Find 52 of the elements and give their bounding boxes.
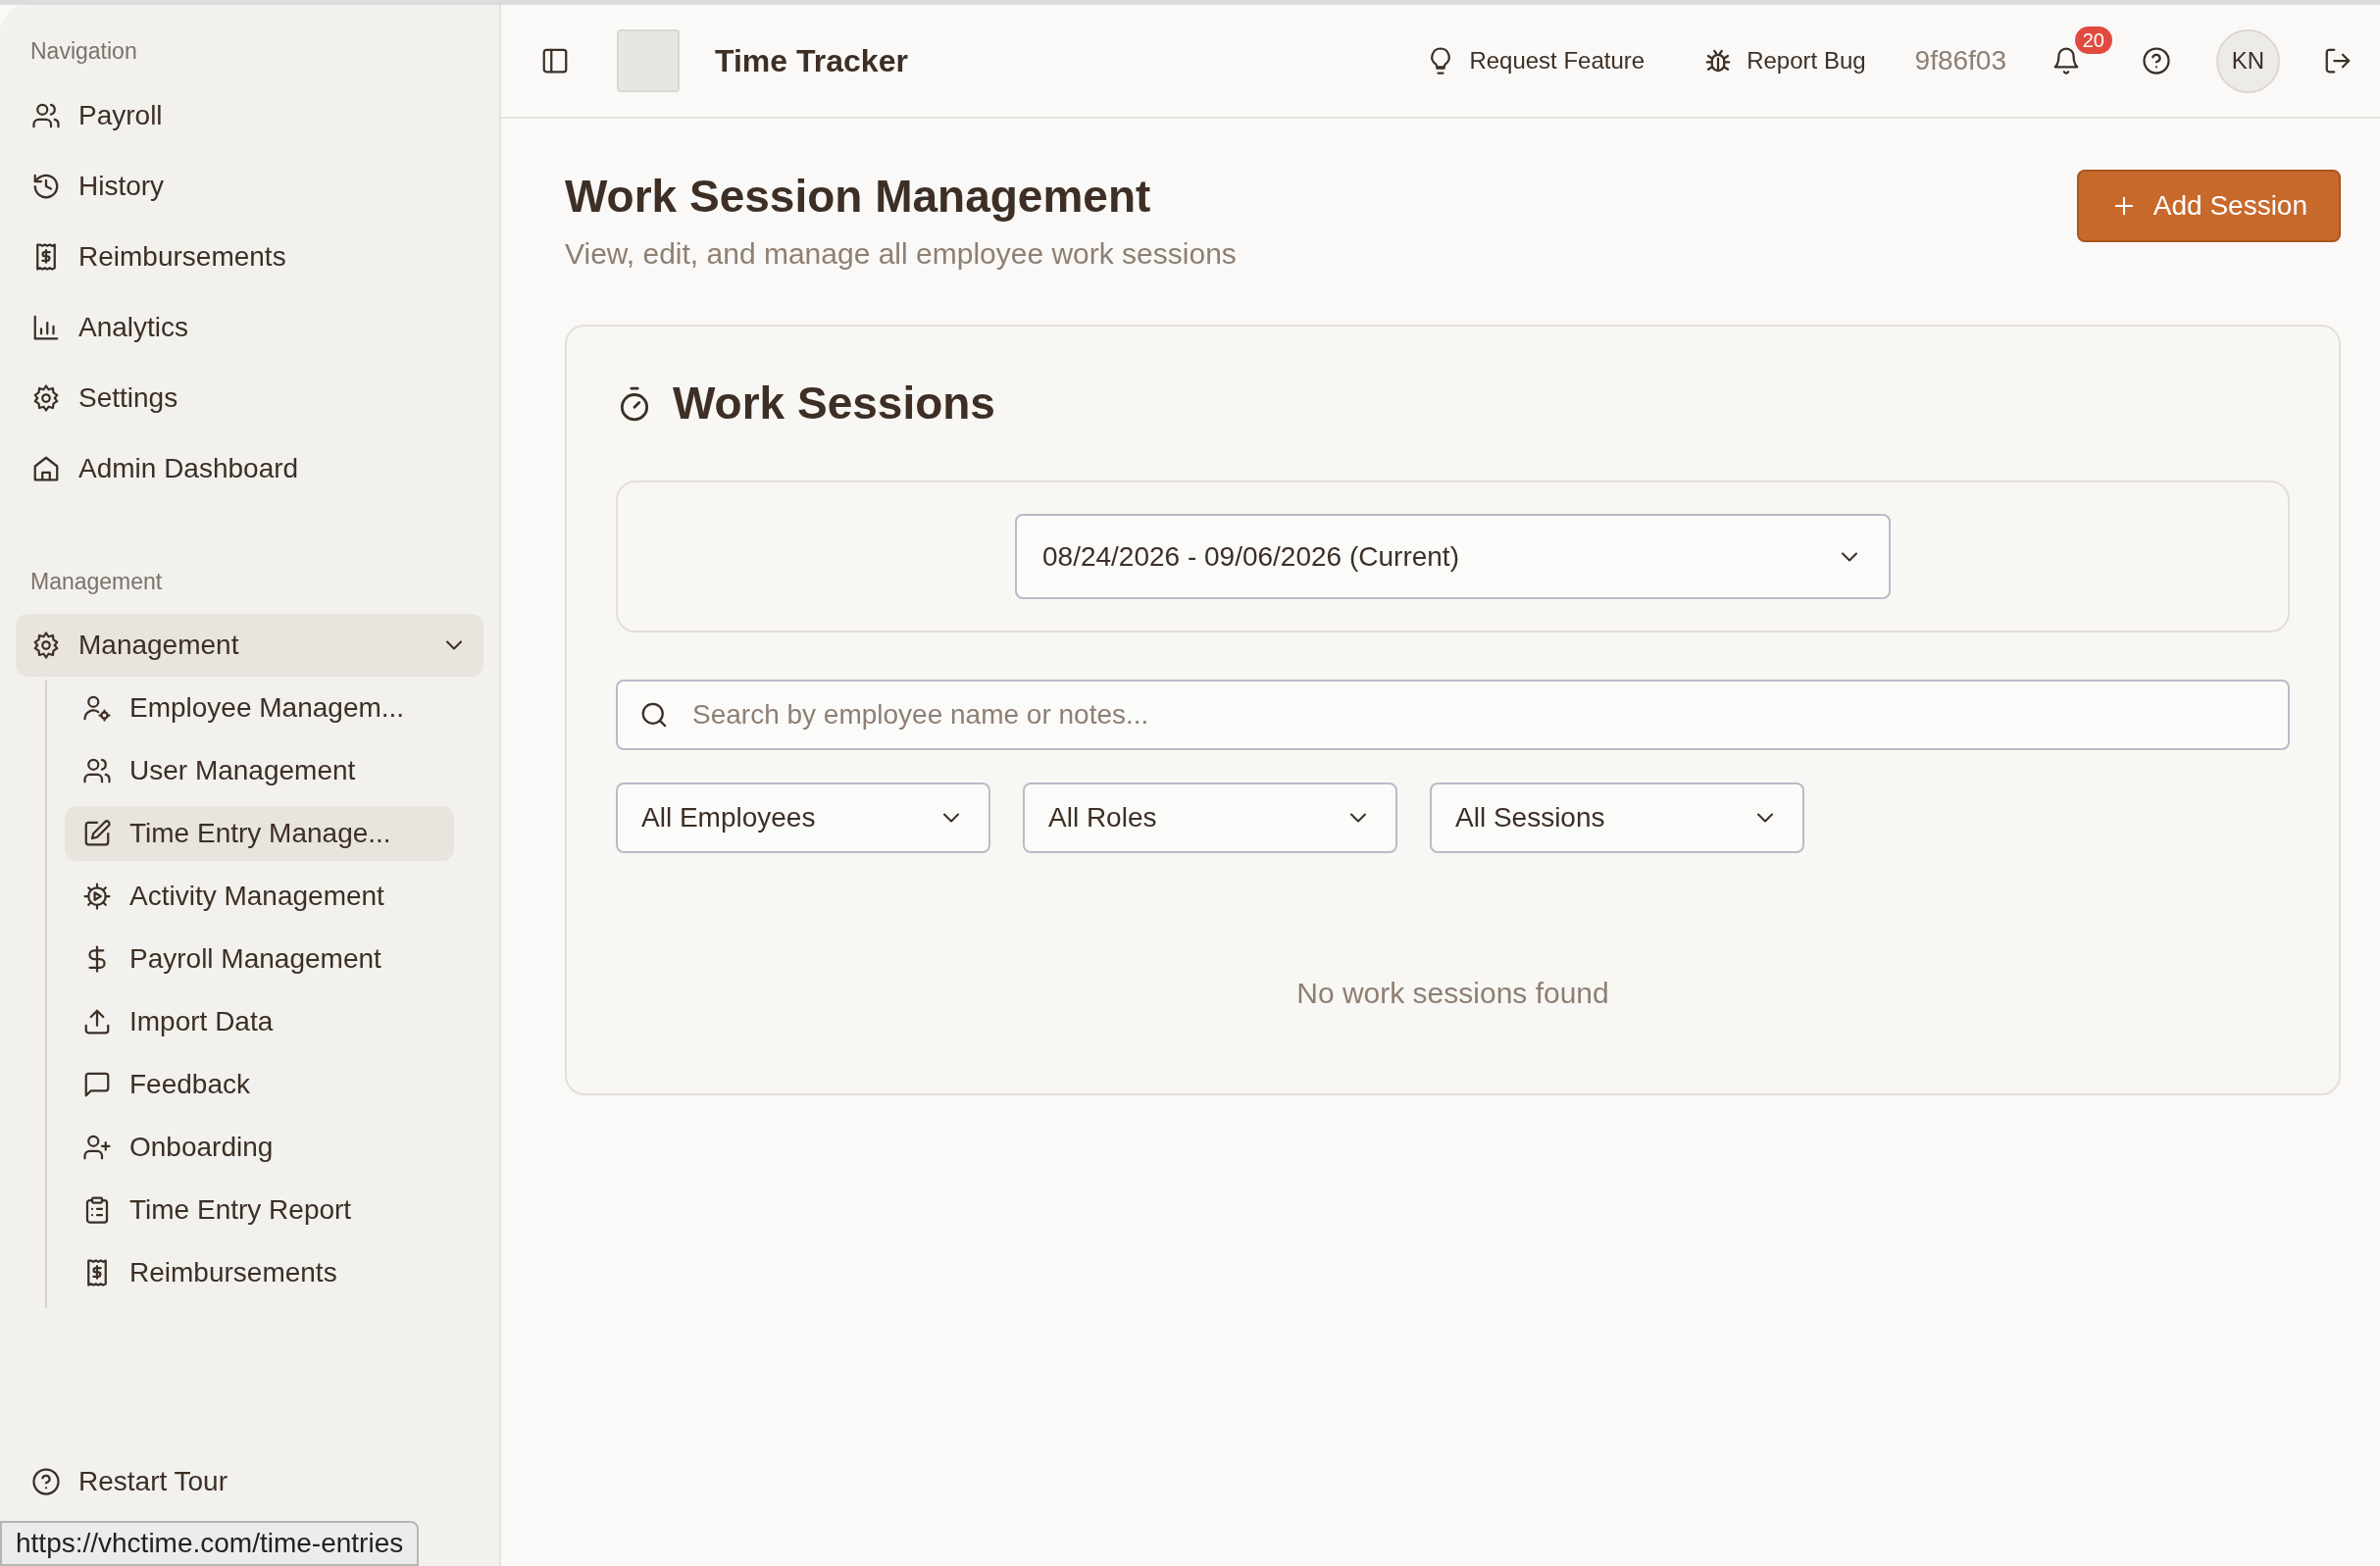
- help-icon: [31, 1467, 61, 1496]
- bell-icon: [2051, 46, 2081, 76]
- sidebar-item[interactable]: Reimbursements: [16, 225, 483, 288]
- user-avatar[interactable]: KN: [2216, 28, 2280, 93]
- restart-tour-item[interactable]: Restart Tour: [16, 1450, 483, 1513]
- user-plus-icon: [82, 1133, 112, 1162]
- sidebar-group[interactable]: Management: [16, 614, 483, 677]
- sidebar-item[interactable]: History: [16, 154, 483, 218]
- card-title: Work Sessions: [673, 377, 995, 431]
- sidebar-subitem[interactable]: Feedback: [65, 1057, 454, 1112]
- header-link[interactable]: Request Feature: [1416, 37, 1655, 84]
- sidebar-item[interactable]: Analytics: [16, 295, 483, 359]
- sidebar-item[interactable]: Admin Dashboard: [16, 436, 483, 500]
- filter-dropdown[interactable]: All Employees: [616, 783, 990, 854]
- page-subtitle: View, edit, and manage all employee work sessions: [565, 236, 1237, 273]
- search-field[interactable]: Search by employee name or notes...: [616, 680, 2290, 751]
- sidebar-subitem[interactable]: Employee Managem...: [65, 681, 454, 735]
- settings-icon: [31, 631, 61, 660]
- section-heading: Navigation: [29, 37, 138, 66]
- message-icon: [82, 1070, 112, 1099]
- sidebar-subitem[interactable]: Reimbursements: [65, 1245, 454, 1300]
- period-select[interactable]: 08/24/2026 - 09/06/2026 (Current): [1015, 514, 1891, 600]
- sidebar-subitem[interactable]: Onboarding: [65, 1120, 454, 1175]
- sidebar-subitem[interactable]: Time Entry Report: [65, 1183, 454, 1238]
- edit-icon: [82, 819, 112, 848]
- add-session-button[interactable]: Add Session: [2076, 170, 2341, 242]
- logo-image: [617, 29, 680, 92]
- section-heading: Management: [29, 567, 164, 596]
- upload-icon: [82, 1007, 112, 1036]
- sidebar-item[interactable]: Settings: [16, 366, 483, 429]
- user-gear-icon: [82, 693, 112, 723]
- notification-count: 20: [2074, 26, 2112, 54]
- gear-play-icon: [82, 882, 112, 911]
- sidebar-item[interactable]: Payroll: [16, 83, 483, 147]
- filter-dropdown[interactable]: All Sessions: [1430, 783, 1804, 854]
- sidebar-subitem[interactable]: Activity Management: [65, 869, 454, 924]
- users-icon: [82, 756, 112, 785]
- settings-icon: [31, 382, 61, 413]
- sidebar-subitem[interactable]: Import Data: [65, 994, 454, 1049]
- header-link[interactable]: Report Bug: [1694, 37, 1876, 84]
- empty-message: No work sessions found: [1295, 976, 1610, 1012]
- page-title: Work Session Management: [565, 170, 1152, 224]
- sidebar-subitem[interactable]: User Management: [65, 743, 454, 798]
- sidebar-subitem[interactable]: Time Entry Manage...: [65, 806, 454, 861]
- filter-dropdown[interactable]: All Roles: [1023, 783, 1397, 854]
- sidebar-toggle-icon[interactable]: [540, 46, 570, 76]
- logout-icon: [2323, 46, 2353, 76]
- link-url-tooltip: https://vhctime.com/time-entries: [0, 1521, 420, 1566]
- version-text: 9f86f03: [1914, 44, 2006, 77]
- help-icon: [2142, 46, 2171, 76]
- app-title: Time Tracker: [715, 42, 908, 80]
- sidebar-subitem[interactable]: Payroll Management: [65, 932, 454, 986]
